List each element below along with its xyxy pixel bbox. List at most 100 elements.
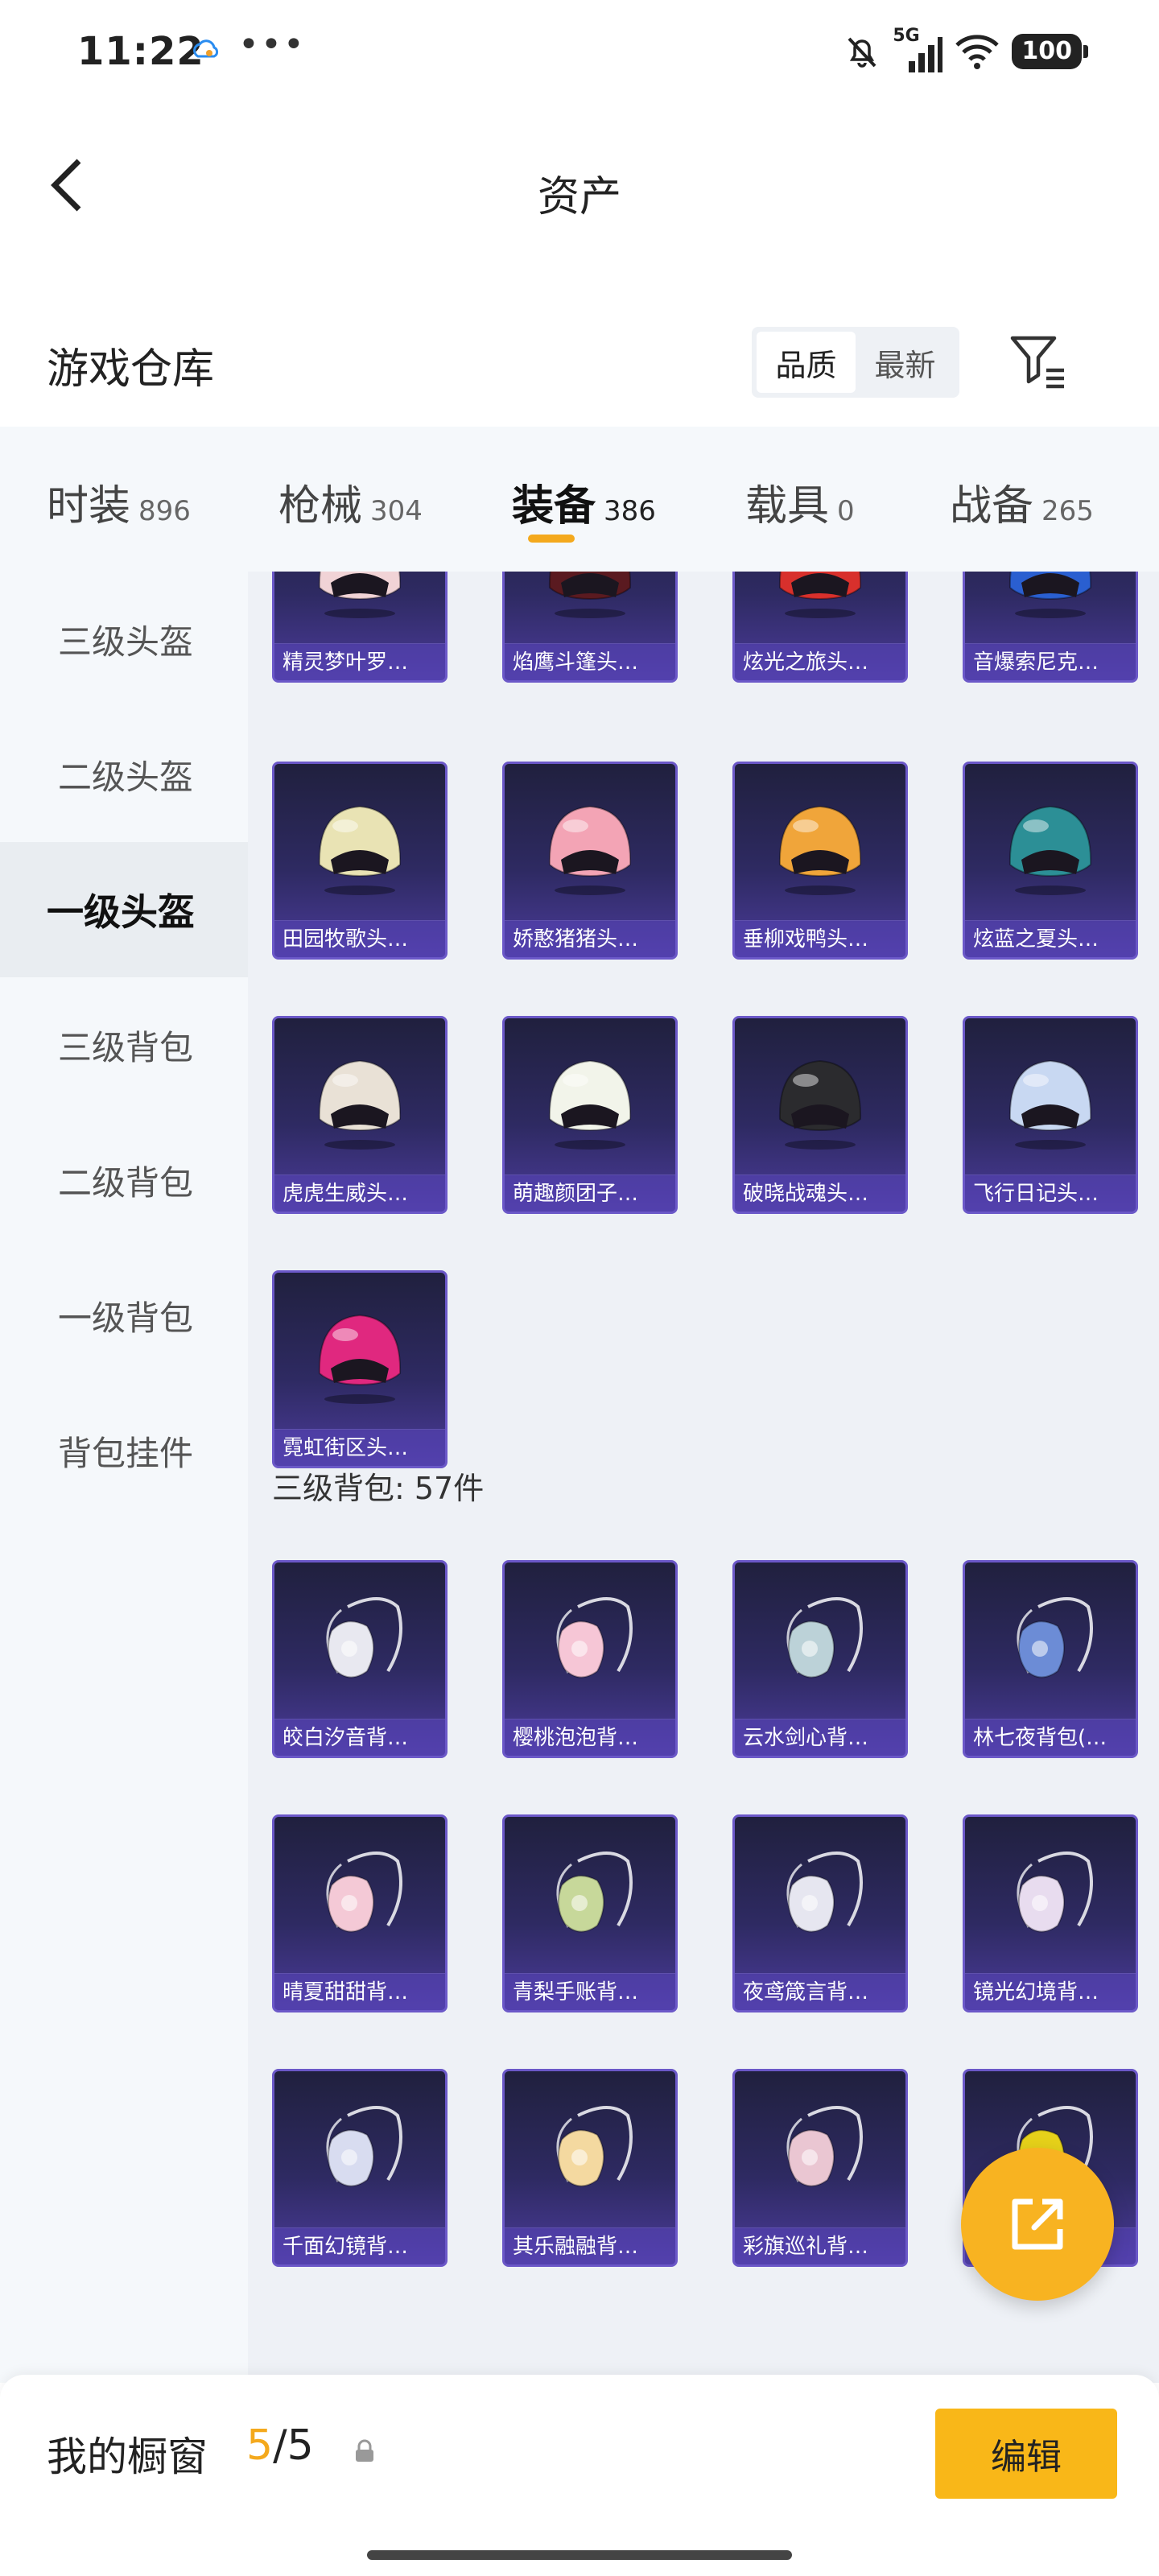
share-button[interactable] bbox=[961, 2148, 1114, 2301]
subcategory-sidebar: 三级头盔 二级头盔 一级头盔 三级背包 二级背包 一级背包 背包挂件 bbox=[0, 572, 248, 2383]
backpack-icon bbox=[556, 2106, 633, 2187]
sidebar-item-level1-helmet[interactable]: 一级头盔 bbox=[0, 842, 248, 977]
backpack-art bbox=[505, 1563, 675, 1724]
helmet-name: 萌趣颜团子… bbox=[505, 1174, 675, 1212]
tab-fashion[interactable]: 时装 896 bbox=[47, 472, 191, 532]
backpack-icon bbox=[786, 1852, 863, 1933]
backpack-card[interactable]: 晴夏甜甜背… bbox=[272, 1814, 448, 2013]
helmet-card[interactable]: 虎虎生威头… bbox=[272, 1016, 448, 1214]
backpack-name: 镜光幻境背… bbox=[965, 1973, 1136, 2010]
backpack-name: 晴夏甜甜背… bbox=[274, 1973, 445, 2010]
helmet-name: 精灵梦叶罗… bbox=[274, 643, 445, 680]
helmet-card[interactable]: 破晓战魂头… bbox=[732, 1016, 908, 1214]
helmet-card[interactable]: 娇憨猪猪头… bbox=[502, 762, 678, 960]
helmet-card[interactable]: 田园牧歌头… bbox=[272, 762, 448, 960]
helmet-art bbox=[274, 764, 445, 925]
sort-toggle: 品质 最新 bbox=[752, 327, 959, 398]
helmet-icon bbox=[318, 572, 402, 618]
backpack-icon bbox=[326, 1852, 402, 1933]
backpack-card[interactable]: 夜鸢箴言背… bbox=[732, 1814, 908, 2013]
battery-icon: 100 bbox=[1012, 34, 1088, 69]
backpack-art bbox=[274, 1563, 445, 1724]
backpack-icon bbox=[326, 2106, 402, 2187]
tab-label: 时装 bbox=[47, 482, 131, 530]
helmet-name: 破晓战魂头… bbox=[735, 1174, 905, 1212]
item-grid: 三级背包: 57件 精灵梦叶罗… 焰鹰斗篷头… 炫光之旅头… 音爆索尼克… 田园牧歌头…… bbox=[248, 572, 1159, 2383]
helmet-icon bbox=[548, 1059, 632, 1150]
backpack-art bbox=[965, 1817, 1136, 1978]
status-time: 11:22 bbox=[77, 29, 204, 74]
helmet-name: 虎虎生威头… bbox=[274, 1174, 445, 1212]
helmet-name: 田园牧歌头… bbox=[274, 920, 445, 957]
backpack-name: 其乐融融背… bbox=[505, 2227, 675, 2264]
sidebar-item-level2-helmet[interactable]: 二级头盔 bbox=[0, 707, 248, 842]
backpack-card[interactable]: 林七夜背包(… bbox=[963, 1560, 1138, 1758]
helmet-icon bbox=[548, 572, 632, 618]
helmet-icon bbox=[778, 805, 862, 895]
helmet-name: 炫蓝之夏头… bbox=[965, 920, 1136, 957]
backpack-card[interactable]: 彩旗巡礼背… bbox=[732, 2069, 908, 2267]
page-header: 资产 bbox=[0, 105, 1159, 266]
tab-firearms[interactable]: 枪械 304 bbox=[278, 472, 423, 532]
tab-equipment[interactable]: 装备 386 bbox=[512, 472, 656, 532]
cloud-sync-icon bbox=[193, 39, 219, 58]
helmet-card[interactable]: 霓虹街区头… bbox=[272, 1270, 448, 1468]
backpack-card[interactable]: 镜光幻境背… bbox=[963, 1814, 1138, 2013]
tab-count: 896 bbox=[138, 495, 191, 527]
backpack-card[interactable]: 青梨手账背… bbox=[502, 1814, 678, 2013]
backpack-art bbox=[735, 1817, 905, 1978]
tab-supplies[interactable]: 战备 265 bbox=[950, 472, 1094, 532]
active-tab-indicator bbox=[528, 535, 575, 543]
helmet-card[interactable]: 音爆索尼克… bbox=[963, 572, 1138, 683]
helmet-card[interactable]: 焰鹰斗篷头… bbox=[502, 572, 678, 683]
helmet-icon bbox=[1008, 572, 1092, 618]
backpack-icon bbox=[1017, 1852, 1093, 1933]
wifi-icon bbox=[955, 35, 1000, 69]
edit-button[interactable]: 编辑 bbox=[935, 2409, 1117, 2499]
helmet-card[interactable]: 萌趣颜团子… bbox=[502, 1016, 678, 1214]
backpack-art bbox=[505, 2071, 675, 2232]
helmet-card[interactable]: 垂柳戏鸭头… bbox=[732, 762, 908, 960]
helmet-icon bbox=[1008, 1059, 1092, 1150]
helmet-art bbox=[735, 764, 905, 925]
backpack-card[interactable]: 皎白汐音背… bbox=[272, 1560, 448, 1758]
helmet-art bbox=[274, 572, 445, 648]
backpack-name: 千面幻镜背… bbox=[274, 2227, 445, 2264]
helmet-card[interactable]: 飞行日记头… bbox=[963, 1016, 1138, 1214]
backpack-name: 夜鸢箴言背… bbox=[735, 1973, 905, 2010]
backpack-name: 林七夜背包(… bbox=[965, 1719, 1136, 1756]
helmet-card[interactable]: 炫蓝之夏头… bbox=[963, 762, 1138, 960]
sidebar-item-level3-backpack[interactable]: 三级背包 bbox=[0, 977, 248, 1113]
helmet-card[interactable]: 炫光之旅头… bbox=[732, 572, 908, 683]
tab-vehicles[interactable]: 载具 0 bbox=[745, 472, 855, 532]
helmet-card[interactable]: 精灵梦叶罗… bbox=[272, 572, 448, 683]
backpack-art bbox=[505, 1817, 675, 1978]
showcase-bar: 我的橱窗 5/5 编辑 bbox=[0, 2375, 1159, 2576]
sidebar-item-backpack-charm[interactable]: 背包挂件 bbox=[0, 1383, 248, 1518]
helmet-art bbox=[965, 572, 1136, 648]
sidebar-item-level3-helmet[interactable]: 三级头盔 bbox=[0, 572, 248, 707]
helmet-icon bbox=[318, 1314, 402, 1404]
helmet-art bbox=[274, 1018, 445, 1179]
helmet-name: 音爆索尼克… bbox=[965, 643, 1136, 680]
helmet-name: 霓虹街区头… bbox=[274, 1429, 445, 1466]
sidebar-item-level2-backpack[interactable]: 二级背包 bbox=[0, 1113, 248, 1248]
backpack-card[interactable]: 千面幻镜背… bbox=[272, 2069, 448, 2267]
backpack-card[interactable]: 樱桃泡泡背… bbox=[502, 1560, 678, 1758]
backpack-icon bbox=[556, 1852, 633, 1933]
sort-option-latest[interactable]: 最新 bbox=[856, 332, 955, 393]
mute-bell-icon bbox=[848, 37, 876, 68]
helmet-name: 娇憨猪猪头… bbox=[505, 920, 675, 957]
sort-option-quality[interactable]: 品质 bbox=[757, 332, 856, 393]
helmet-name: 垂柳戏鸭头… bbox=[735, 920, 905, 957]
tab-count: 304 bbox=[370, 495, 423, 527]
filter-button[interactable] bbox=[1006, 330, 1070, 394]
backpack-card[interactable]: 云水剑心背… bbox=[732, 1560, 908, 1758]
helmet-art bbox=[965, 1018, 1136, 1179]
sidebar-item-level1-backpack[interactable]: 一级背包 bbox=[0, 1248, 248, 1383]
showcase-count: 5/5 bbox=[246, 2421, 314, 2470]
helmet-name: 炫光之旅头… bbox=[735, 643, 905, 680]
more-dots-icon: ••• bbox=[238, 24, 306, 65]
category-tabs: 时装 896 枪械 304 装备 386 载具 0 战备 265 bbox=[0, 427, 1159, 572]
backpack-card[interactable]: 其乐融融背… bbox=[502, 2069, 678, 2267]
